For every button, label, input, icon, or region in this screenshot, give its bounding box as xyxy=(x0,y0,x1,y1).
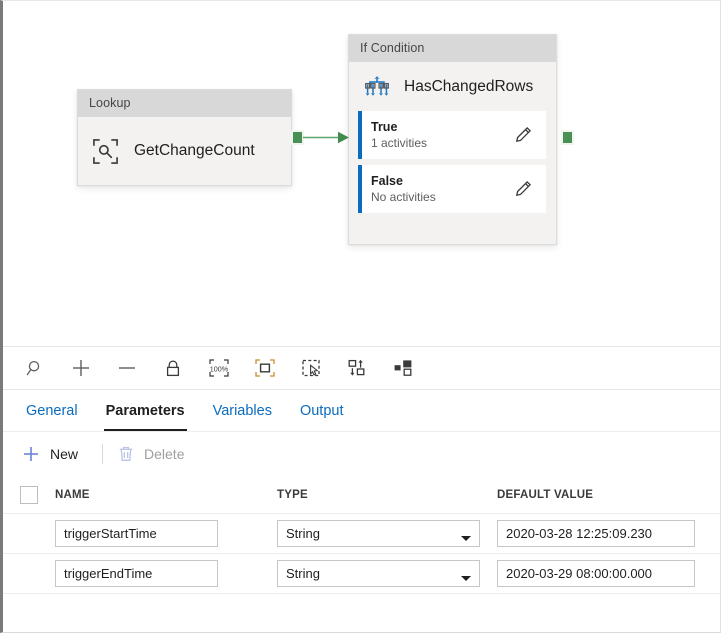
tab-output[interactable]: Output xyxy=(286,390,358,431)
column-header-type: TYPE xyxy=(277,489,497,501)
delete-parameter-button[interactable]: Delete xyxy=(112,438,196,470)
lookup-node-body: GetChangeCount xyxy=(78,117,291,185)
parameter-default-value-cell xyxy=(497,520,720,547)
pencil-icon[interactable] xyxy=(513,125,546,145)
if-condition-output-port[interactable] xyxy=(561,130,574,145)
branch-true-activity-count: 1 activities xyxy=(371,135,513,151)
table-row xyxy=(3,554,720,594)
if-condition-title-row: HasChangedRows xyxy=(349,62,556,111)
properties-tabs: General Parameters Variables Output xyxy=(3,390,720,432)
pipeline-authoring-panel: Lookup GetChangeCount If Condi xyxy=(0,0,721,633)
parameter-type-input[interactable] xyxy=(277,560,480,587)
zoom-100-icon[interactable]: 100% xyxy=(196,348,242,388)
lookup-node-header: Lookup xyxy=(78,90,291,117)
parameter-name-cell xyxy=(55,560,277,587)
parameter-name-input[interactable] xyxy=(55,560,218,587)
canvas-toolbar: 100% xyxy=(3,346,720,390)
if-condition-node-header: If Condition xyxy=(349,35,556,62)
parameter-type-select[interactable] xyxy=(277,525,480,542)
trash-icon xyxy=(116,444,136,464)
delete-parameter-label: Delete xyxy=(144,446,184,462)
auto-align-icon[interactable] xyxy=(334,348,380,388)
activity-node-if-condition[interactable]: If Condition xyxy=(348,34,557,245)
plus-icon[interactable] xyxy=(58,348,104,388)
layout-icon[interactable] xyxy=(380,348,426,388)
tab-general[interactable]: General xyxy=(12,390,92,431)
select-all-checkbox[interactable] xyxy=(20,486,38,504)
connector-lookup-to-if-condition[interactable] xyxy=(303,130,351,145)
magnifier-icon[interactable] xyxy=(12,348,58,388)
parameter-type-input[interactable] xyxy=(277,520,480,547)
command-separator xyxy=(102,444,103,464)
parameter-default-value-cell xyxy=(497,560,720,587)
if-condition-branches: True 1 activities False xyxy=(349,111,556,213)
column-header-default-value: DEFAULT VALUE xyxy=(497,489,720,501)
parameter-default-value-input[interactable] xyxy=(497,560,695,587)
pipeline-canvas[interactable]: Lookup GetChangeCount If Condi xyxy=(3,1,720,346)
parameter-type-cell xyxy=(277,520,497,547)
branch-false-activity-count: No activities xyxy=(371,189,513,205)
branch-true[interactable]: True 1 activities xyxy=(358,111,546,159)
lookup-magnifier-icon xyxy=(92,138,119,165)
activity-node-lookup[interactable]: Lookup GetChangeCount xyxy=(77,89,292,186)
pencil-icon[interactable] xyxy=(513,179,546,199)
parameters-table: NAME TYPE DEFAULT VALUE xyxy=(3,476,720,594)
if-condition-activity-name: HasChangedRows xyxy=(404,78,533,96)
parameters-table-header: NAME TYPE DEFAULT VALUE xyxy=(3,476,720,514)
fit-to-screen-icon[interactable] xyxy=(242,348,288,388)
tab-variables[interactable]: Variables xyxy=(199,390,286,431)
branch-false-text: False No activities xyxy=(371,174,513,205)
select-all-checkbox-cell xyxy=(3,486,55,504)
lock-icon[interactable] xyxy=(150,348,196,388)
branch-true-text: True 1 activities xyxy=(371,120,513,151)
table-row xyxy=(3,514,720,554)
svg-text:100%: 100% xyxy=(210,364,229,373)
parameter-default-value-input[interactable] xyxy=(497,520,695,547)
branch-false-label: False xyxy=(371,174,513,189)
parameter-name-input[interactable] xyxy=(55,520,218,547)
parameter-name-cell xyxy=(55,520,277,547)
parameters-command-bar: New Delete xyxy=(3,432,720,476)
marquee-select-icon[interactable] xyxy=(288,348,334,388)
parameter-type-select[interactable] xyxy=(277,565,480,582)
lookup-activity-name: GetChangeCount xyxy=(134,142,255,160)
branch-false[interactable]: False No activities xyxy=(358,165,546,213)
minus-icon[interactable] xyxy=(104,348,150,388)
plus-icon xyxy=(20,443,42,465)
new-parameter-label: New xyxy=(50,446,78,462)
parameter-type-cell xyxy=(277,560,497,587)
column-header-name: NAME xyxy=(55,489,277,501)
branch-condition-icon xyxy=(364,74,390,100)
branch-true-label: True xyxy=(371,120,513,135)
tab-parameters[interactable]: Parameters xyxy=(92,390,199,431)
new-parameter-button[interactable]: New xyxy=(16,438,90,470)
